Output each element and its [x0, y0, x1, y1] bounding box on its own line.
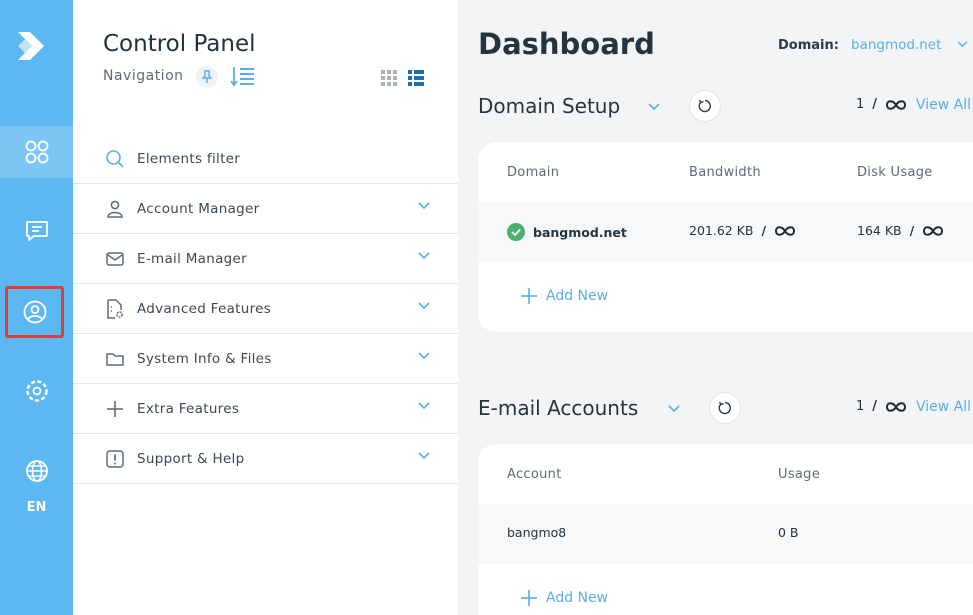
sort-list-icon: [230, 67, 254, 87]
rail-language[interactable]: [0, 445, 73, 497]
nav-item-label: System Info & Files: [137, 350, 272, 367]
page-title: Dashboard: [478, 27, 655, 61]
pin-button[interactable]: [196, 66, 218, 88]
disk-usage-value: 164 KB: [857, 223, 902, 238]
pin-icon: [201, 70, 213, 83]
user-icon: [23, 300, 46, 324]
user-icon: [107, 200, 123, 218]
usage-value: 0 B: [778, 525, 799, 540]
rail-messages[interactable]: [0, 205, 73, 257]
chevron-down-icon: [418, 352, 430, 360]
dashboard-icon: [25, 140, 48, 164]
plus-icon: [107, 400, 123, 417]
domain-label: Domain:: [778, 38, 839, 53]
infinity-icon: [886, 99, 907, 110]
nav-item-label: Extra Features: [137, 400, 240, 417]
domain-count: 1 /: [856, 97, 907, 112]
column-header-disk-usage[interactable]: Disk Usage: [857, 165, 933, 180]
nav-item-extra-features[interactable]: Extra Features: [73, 384, 458, 434]
list-view-icon: [408, 70, 424, 86]
refresh-icon: [698, 99, 711, 113]
nav-item-system-info-files[interactable]: System Info & Files: [73, 334, 458, 384]
search-icon: [106, 149, 124, 168]
refresh-icon: [718, 401, 731, 415]
globe-icon: [25, 460, 48, 482]
grid-view-icon: [381, 70, 397, 86]
nav-item-label: E-mail Manager: [137, 250, 247, 267]
table-row[interactable]: bangmo8 0 B: [478, 504, 973, 564]
rail-settings[interactable]: [0, 365, 73, 417]
refresh-button[interactable]: [709, 392, 741, 424]
logo-icon[interactable]: [14, 26, 54, 66]
infinity-icon: [923, 225, 944, 236]
main-content: Dashboard Domain: bangmod.net Domain Set…: [458, 0, 973, 615]
nav-menu: Elements filter Account Manager E-mail M…: [73, 134, 458, 484]
domain-selector[interactable]: bangmod.net: [851, 37, 941, 53]
check-circle-icon: [507, 223, 525, 241]
list-view-button[interactable]: [408, 70, 424, 90]
chevron-down-icon: [418, 452, 430, 460]
column-header-usage[interactable]: Usage: [778, 467, 820, 482]
nav-item-account-manager[interactable]: Account Manager: [73, 184, 458, 234]
plus-icon: [521, 590, 537, 606]
infinity-icon: [775, 225, 796, 236]
chevron-down-icon: [418, 402, 430, 410]
add-domain-button[interactable]: Add New: [520, 287, 608, 305]
account-name[interactable]: bangmo8: [507, 525, 566, 540]
sort-list-button[interactable]: [230, 65, 256, 91]
chevron-down-icon: [418, 202, 430, 210]
folder-icon: [106, 352, 124, 366]
table-row[interactable]: bangmod.net 201.62 KB / 164 KB /: [478, 202, 973, 262]
chevron-down-icon: [418, 252, 430, 260]
grid-view-button[interactable]: [381, 70, 397, 90]
panel-title: Control Panel: [103, 31, 256, 57]
email-accounts-title: E-mail Accounts: [478, 396, 639, 420]
email-view-all-link[interactable]: View All: [916, 399, 971, 415]
alert-icon: [106, 449, 124, 468]
mail-icon: [106, 251, 124, 266]
refresh-button[interactable]: [689, 90, 721, 122]
nav-item-advanced-features[interactable]: Advanced Features: [73, 284, 458, 334]
email-count: 1 /: [856, 399, 907, 414]
language-label[interactable]: EN: [0, 500, 73, 515]
email-accounts-card: Account Usage bangmo8 0 B Add New: [478, 444, 973, 615]
domain-view-all-link[interactable]: View All: [916, 97, 971, 113]
add-email-button[interactable]: Add New: [520, 589, 608, 607]
infinity-icon: [886, 401, 907, 412]
chevron-down-icon[interactable]: [957, 41, 968, 48]
rail-user[interactable]: [5, 286, 64, 338]
rail-dashboard[interactable]: [0, 126, 73, 178]
chevron-down-icon: [418, 302, 430, 310]
messages-icon: [25, 221, 48, 241]
column-header-account[interactable]: Account: [507, 467, 562, 482]
navigation-panel: Control Panel Navigation Elements filter…: [73, 0, 458, 615]
nav-item-email-manager[interactable]: E-mail Manager: [73, 234, 458, 284]
left-rail: EN: [0, 0, 73, 615]
domain-setup-title: Domain Setup: [478, 94, 621, 118]
elements-filter[interactable]: Elements filter: [73, 134, 458, 184]
column-header-bandwidth[interactable]: Bandwidth: [689, 165, 761, 180]
nav-item-label: Advanced Features: [137, 300, 272, 317]
domain-name[interactable]: bangmod.net: [533, 225, 627, 240]
plus-icon: [521, 288, 537, 304]
panel-subtitle: Navigation: [103, 68, 184, 84]
nav-item-label: Account Manager: [137, 200, 260, 217]
nav-item-label: Support & Help: [137, 450, 245, 467]
bandwidth-value: 201.62 KB: [689, 223, 754, 238]
settings-icon: [25, 380, 48, 402]
nav-item-support-help[interactable]: Support & Help: [73, 434, 458, 484]
chevron-down-icon[interactable]: [668, 405, 680, 413]
file-gear-icon: [107, 298, 123, 319]
column-header-domain[interactable]: Domain: [507, 165, 559, 180]
chevron-down-icon[interactable]: [648, 103, 660, 111]
elements-filter-label: Elements filter: [137, 150, 241, 167]
domain-setup-card: Domain Bandwidth Disk Usage bangmod.net …: [478, 142, 973, 332]
